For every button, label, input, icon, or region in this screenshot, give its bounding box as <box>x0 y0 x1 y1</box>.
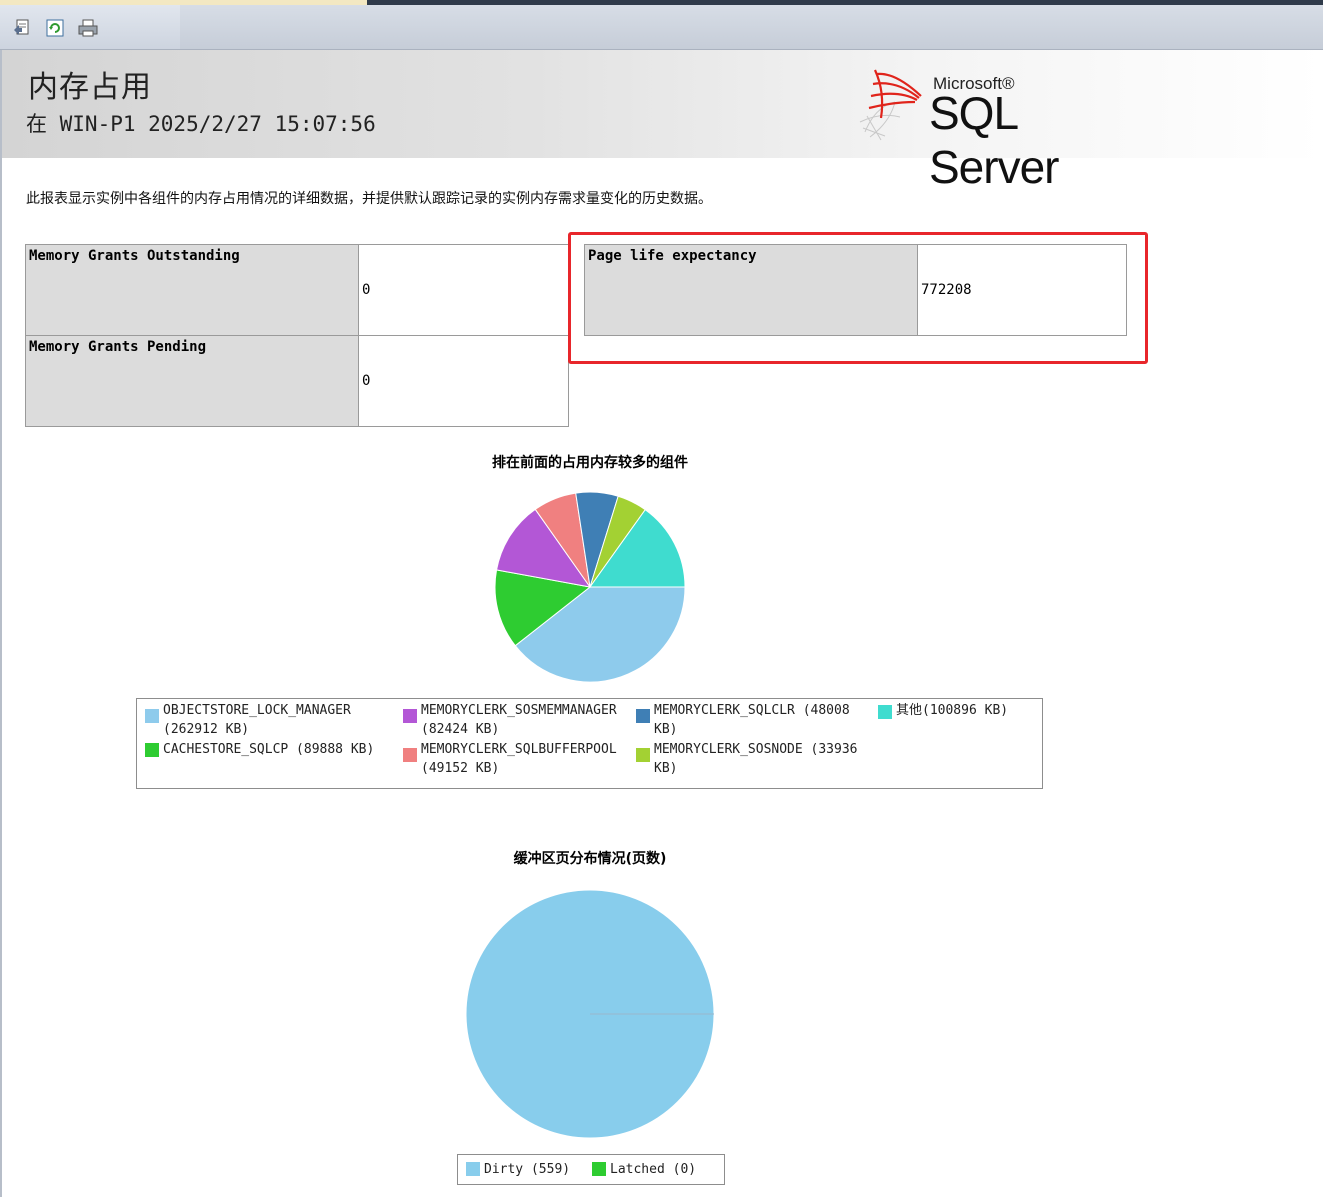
legend-label: MEMORYCLERK_SOSNODE (33936 <box>654 742 858 757</box>
grants-pending-value: 0 <box>358 335 569 427</box>
legend-label: Dirty (559) <box>484 1162 571 1177</box>
left-border <box>0 50 2 1197</box>
chart1-title: 排在前面的占用内存较多的组件 <box>492 455 688 471</box>
sql-server-logo-icon <box>859 69 922 141</box>
legend-swatch <box>403 709 417 723</box>
legend-swatch <box>403 748 417 762</box>
legend-label: MEMORYCLERK_SOSMEMMANAGER <box>421 703 617 718</box>
highlight-box <box>568 232 1148 364</box>
legend-swatch <box>636 748 650 762</box>
legend-value: KB) <box>654 761 678 776</box>
legend-item-sosmemmanager: MEMORYCLERK_SOSMEMMANAGER (82424 KB) <box>403 701 617 739</box>
legend-swatch <box>636 709 650 723</box>
legend-label: MEMORYCLERK_SQLBUFFERPOOL <box>421 742 617 757</box>
legend-item-sqlclr: MEMORYCLERK_SQLCLR (48008 KB) <box>636 701 850 739</box>
buffer-pages-pie <box>465 889 715 1139</box>
logo-product: SQL Server <box>929 87 1059 193</box>
legend-item-sosnode: MEMORYCLERK_SOSNODE (33936 KB) <box>636 740 858 778</box>
memory-grants-table: Memory Grants Outstanding 0 Memory Grant… <box>25 244 569 427</box>
sql-server-logo: Microsoft® SQL Server <box>855 62 1155 193</box>
legend-label: OBJECTSTORE_LOCK_MANAGER <box>163 703 351 718</box>
legend-swatch <box>145 743 159 757</box>
grants-outstanding-value: 0 <box>358 244 569 336</box>
grants-outstanding-label: Memory Grants Outstanding <box>25 244 359 336</box>
legend-swatch <box>466 1162 480 1176</box>
page-title: 内存占用 <box>28 70 152 105</box>
legend-item-latched: Latched (0) <box>592 1160 696 1179</box>
report-subtitle: 在 WIN-P1 2025/2/27 15:07:56 <box>26 112 376 136</box>
legend-label: MEMORYCLERK_SQLCLR (48008 <box>654 703 850 718</box>
legend-label: 其他(100896 KB) <box>896 703 1009 718</box>
legend-item-objectstore: OBJECTSTORE_LOCK_MANAGER (262912 KB) <box>145 701 351 739</box>
chart2-legend: Dirty (559) Latched (0) <box>457 1154 725 1185</box>
document-map-icon[interactable] <box>12 17 34 39</box>
legend-swatch <box>878 705 892 719</box>
legend-label: CACHESTORE_SQLCP (89888 KB) <box>163 742 375 757</box>
report-toolbar <box>0 5 1323 50</box>
refresh-icon[interactable] <box>44 17 66 39</box>
chart2-title: 缓冲区页分布情况(页数) <box>513 851 667 867</box>
legend-value: (262912 KB) <box>163 722 250 737</box>
legend-item-dirty: Dirty (559) <box>466 1160 570 1179</box>
legend-label: Latched (0) <box>610 1162 697 1177</box>
legend-item-cachestore: CACHESTORE_SQLCP (89888 KB) <box>145 740 374 759</box>
print-icon[interactable] <box>77 17 99 39</box>
memory-components-pie <box>494 491 686 683</box>
legend-swatch <box>145 709 159 723</box>
legend-value: KB) <box>654 722 678 737</box>
legend-item-sqlbufferpool: MEMORYCLERK_SQLBUFFERPOOL (49152 KB) <box>403 740 617 778</box>
legend-value: (82424 KB) <box>421 722 500 737</box>
chart1-legend: OBJECTSTORE_LOCK_MANAGER (262912 KB) CACH… <box>136 698 1043 789</box>
grants-pending-label: Memory Grants Pending <box>25 335 359 427</box>
legend-item-other: 其他(100896 KB) <box>878 701 1008 720</box>
legend-value: (49152 KB) <box>421 761 500 776</box>
legend-swatch <box>592 1162 606 1176</box>
report-description: 此报表显示实例中各组件的内存占用情况的详细数据，并提供默认跟踪记录的实例内存需求… <box>26 191 712 207</box>
